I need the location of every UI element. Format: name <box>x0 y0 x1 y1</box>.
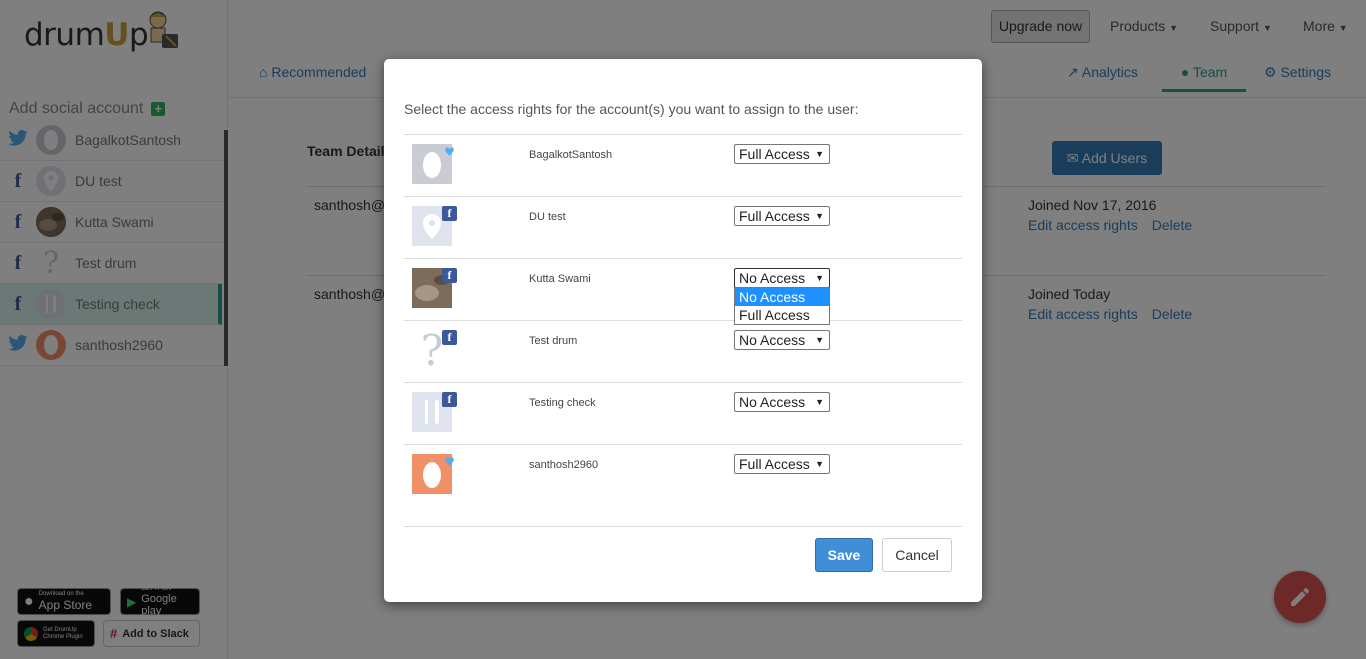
caret-down-icon: ▼ <box>815 211 824 221</box>
facebook-icon: f <box>442 206 457 221</box>
modal-intro-text: Select the access rights for the account… <box>404 101 859 117</box>
access-rights-modal: Select the access rights for the account… <box>384 59 982 602</box>
access-select[interactable]: Full Access ▼ <box>734 144 830 164</box>
access-row: f Testing check No Access ▼ <box>404 382 962 444</box>
facebook-icon: f <box>442 392 457 407</box>
cancel-button[interactable]: Cancel <box>882 538 952 572</box>
twitter-icon: ♥ <box>444 454 455 469</box>
caret-down-icon: ▼ <box>815 335 824 345</box>
caret-down-icon: ▼ <box>815 273 824 283</box>
access-select[interactable]: No Access ▼ <box>734 330 830 350</box>
caret-down-icon: ▼ <box>815 149 824 159</box>
access-row: f DU test Full Access ▼ <box>404 196 962 258</box>
option-full-access[interactable]: Full Access <box>735 306 829 324</box>
access-select[interactable]: No Access ▼ <box>734 392 830 412</box>
access-select[interactable]: Full Access ▼ <box>734 206 830 226</box>
caret-down-icon: ▼ <box>815 397 824 407</box>
access-row: ♥ BagalkotSantosh Full Access ▼ <box>404 134 962 196</box>
access-select[interactable]: No Access ▼ <box>734 268 830 288</box>
facebook-icon: f <box>442 268 457 283</box>
facebook-icon: f <box>442 330 457 345</box>
save-button[interactable]: Save <box>815 538 873 572</box>
access-row: ? f Test drum No Access ▼ <box>404 320 962 382</box>
twitter-icon: ♥ <box>444 144 455 159</box>
option-no-access[interactable]: No Access <box>735 288 829 306</box>
access-row: f Kutta Swami No Access ▼ <box>404 258 962 320</box>
access-rights-list: ♥ BagalkotSantosh Full Access ▼ f DU test… <box>404 134 962 526</box>
access-dropdown-options: No Access Full Access <box>734 287 830 325</box>
access-select[interactable]: Full Access ▼ <box>734 454 830 474</box>
caret-down-icon: ▼ <box>815 459 824 469</box>
modal-footer: Save Cancel <box>404 526 962 572</box>
access-row: ♥ santhosh2960 Full Access ▼ <box>404 444 962 526</box>
